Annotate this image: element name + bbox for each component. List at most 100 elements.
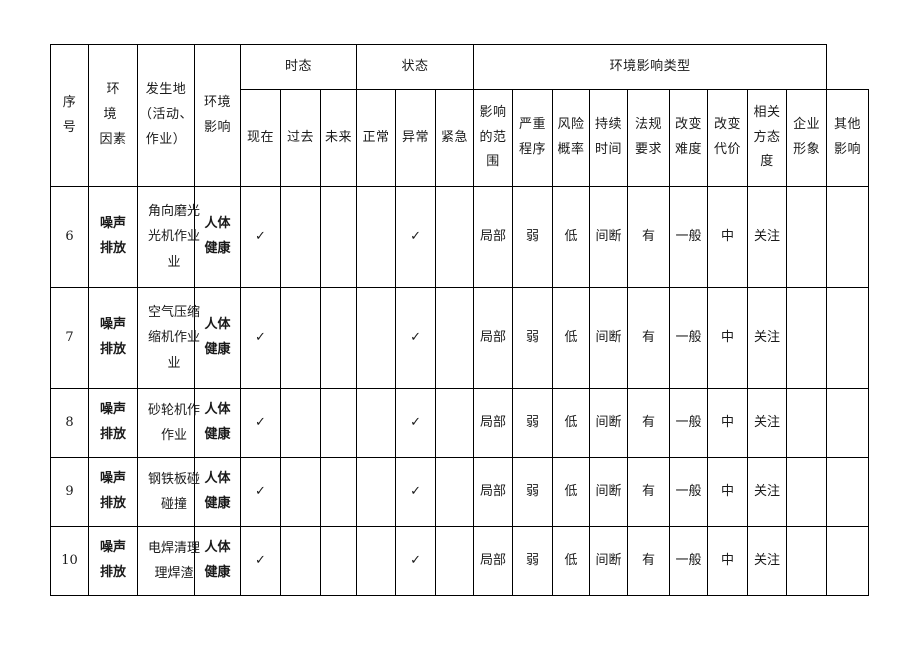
cell-other-impact: [826, 287, 869, 389]
cell-factor: 噪声 排放: [88, 457, 138, 527]
cell-emergency: [435, 457, 475, 527]
cell-factor: 噪声 排放: [88, 388, 138, 458]
cell-location-line2: 碰撞: [160, 497, 187, 512]
cell-factor-line1: 噪声: [99, 317, 126, 333]
cell-now: ✓: [240, 457, 281, 527]
cell-corporate-image: [786, 457, 828, 527]
cell-location-line3: 业: [167, 355, 181, 371]
th-change-difficulty-line2: 难度: [675, 142, 703, 157]
cell-future: [319, 287, 358, 389]
cell-change-cost: 中: [707, 526, 749, 596]
environmental-factor-table: 序 号 环 境 因素 发生地 （活动、 作业） 环境 影响 时态 状态 环境影响…: [50, 44, 869, 596]
cell-normal: [356, 287, 397, 389]
cell-scope: 局部: [473, 526, 514, 596]
cell-factor-line2: 排放: [99, 342, 126, 357]
th-change-difficulty: 改变 难度: [669, 89, 709, 187]
th-environment-factor: 环 境 因素: [88, 44, 138, 187]
cell-location: 砂轮机作 作业: [137, 388, 200, 458]
th-group-impact-type: 环境影响类型: [473, 44, 828, 90]
th-abnormal: 异常: [395, 89, 437, 187]
th-stakeholder-attitude: 相关 方态 度: [747, 89, 788, 187]
table-row: 8 噪声 排放 砂轮机作 作业 人体 健康 ✓ ✓ 局部 弱 低 间断 有 一般…: [50, 388, 869, 458]
header-row-groups: 序 号 环 境 因素 发生地 （活动、 作业） 环境 影响 时态 状态 环境影响…: [50, 44, 869, 187]
cell-future: [319, 526, 358, 596]
cell-factor-line2: 排放: [99, 496, 126, 511]
cell-location: 电焊清理 理焊渣: [137, 526, 200, 596]
cell-location: 角向磨光 光机作业 业: [137, 186, 200, 288]
cell-corporate-image: [786, 186, 828, 288]
th-corporate-image: 企业 形象: [786, 89, 828, 187]
cell-emergency: [435, 186, 475, 288]
th-location: 发生地 （活动、 作业）: [137, 44, 195, 187]
cell-abnormal: ✓: [395, 388, 437, 458]
cell-factor-line1: 噪声: [99, 402, 126, 418]
cell-now: ✓: [240, 287, 281, 389]
cell-change-cost: 中: [707, 287, 749, 389]
cell-severity: 弱: [512, 526, 554, 596]
cell-emergency: [435, 526, 475, 596]
th-future: 未来: [319, 89, 358, 187]
cell-change-cost: 中: [707, 457, 749, 527]
th-stakeholder-line2: 方态: [753, 129, 781, 145]
cell-normal: [356, 186, 397, 288]
cell-factor-line2: 排放: [99, 241, 126, 256]
th-factor-line2: 因素: [99, 131, 127, 147]
cell-stakeholder: 关注: [747, 287, 788, 389]
th-other-impact-line1: 其他: [834, 117, 862, 133]
th-risk: 风险 概率: [552, 89, 591, 187]
cell-normal: [356, 526, 397, 596]
cell-future: [319, 388, 358, 458]
th-scope-line1: 影响: [479, 104, 507, 120]
document-page: 序 号 环 境 因素 发生地 （活动、 作业） 环境 影响 时态 状态 环境影响…: [0, 0, 920, 651]
th-severity: 严重 程序: [512, 89, 554, 187]
cell-future: [319, 186, 358, 288]
cell-corporate-image: [786, 388, 828, 458]
cell-past: [280, 186, 321, 288]
table-row: 10 噪声 排放 电焊清理 理焊渣 人体 健康 ✓ ✓ 局部 弱 低 间断 有 …: [50, 526, 869, 596]
cell-location-line3: 业: [167, 254, 181, 270]
th-change-cost-line1: 改变: [714, 117, 742, 133]
table-header: 序 号 环 境 因素 发生地 （活动、 作业） 环境 影响 时态 状态 环境影响…: [50, 44, 869, 187]
cell-duration: 间断: [589, 388, 629, 458]
cell-scope: 局部: [473, 457, 514, 527]
th-stakeholder-line3: 度: [760, 154, 774, 170]
cell-past: [280, 388, 321, 458]
cell-future: [319, 457, 358, 527]
table-row: 6 噪声 排放 角向磨光 光机作业 业 人体 健康 ✓ ✓ 局部 弱 低 间断 …: [50, 186, 869, 288]
cell-abnormal: ✓: [395, 287, 437, 389]
cell-severity: 弱: [512, 287, 554, 389]
th-risk-line1: 风险: [557, 117, 585, 133]
cell-regulation: 有: [627, 186, 671, 288]
th-group-tense: 时态: [239, 44, 358, 90]
th-impact-line2: 影响: [203, 119, 231, 135]
cell-past: [280, 457, 321, 527]
th-past: 过去: [280, 89, 321, 187]
cell-factor-line2: 排放: [99, 427, 126, 442]
cell-severity: 弱: [512, 388, 554, 458]
cell-location-line1: 电焊清理: [147, 540, 200, 556]
th-scope-line3: 围: [486, 154, 500, 170]
table-row: 7 噪声 排放 空气压缩 缩机作业 业 人体 健康 ✓ ✓ 局部 弱 低 间断 …: [50, 287, 869, 389]
th-location-line1: 发生地: [145, 82, 187, 98]
table-row: 9 噪声 排放 钢铁板碰 碰撞 人体 健康 ✓ ✓ 局部 弱 低 间断 有 一般…: [50, 457, 869, 527]
cell-now: ✓: [240, 186, 281, 288]
cell-stakeholder: 关注: [747, 457, 788, 527]
cell-location: 空气压缩 缩机作业 业: [137, 287, 200, 389]
th-severity-line2: 程序: [519, 142, 547, 157]
th-stakeholder-line1: 相关: [753, 104, 781, 120]
cell-change-cost: 中: [707, 186, 749, 288]
cell-abnormal: ✓: [395, 186, 437, 288]
th-risk-line2: 概率: [557, 142, 585, 157]
cell-risk: 低: [552, 287, 591, 389]
cell-now: ✓: [240, 526, 281, 596]
cell-stakeholder: 关注: [747, 526, 788, 596]
cell-factor: 噪声 排放: [88, 526, 138, 596]
cell-past: [280, 287, 321, 389]
cell-location-line1: 角向磨光: [147, 203, 200, 219]
cell-factor: 噪声 排放: [88, 287, 138, 389]
cell-emergency: [435, 388, 475, 458]
cell-change-difficulty: 一般: [669, 388, 709, 458]
th-seq-line1: 序: [62, 94, 77, 110]
cell-change-difficulty: 一般: [669, 457, 709, 527]
cell-other-impact: [826, 186, 869, 288]
